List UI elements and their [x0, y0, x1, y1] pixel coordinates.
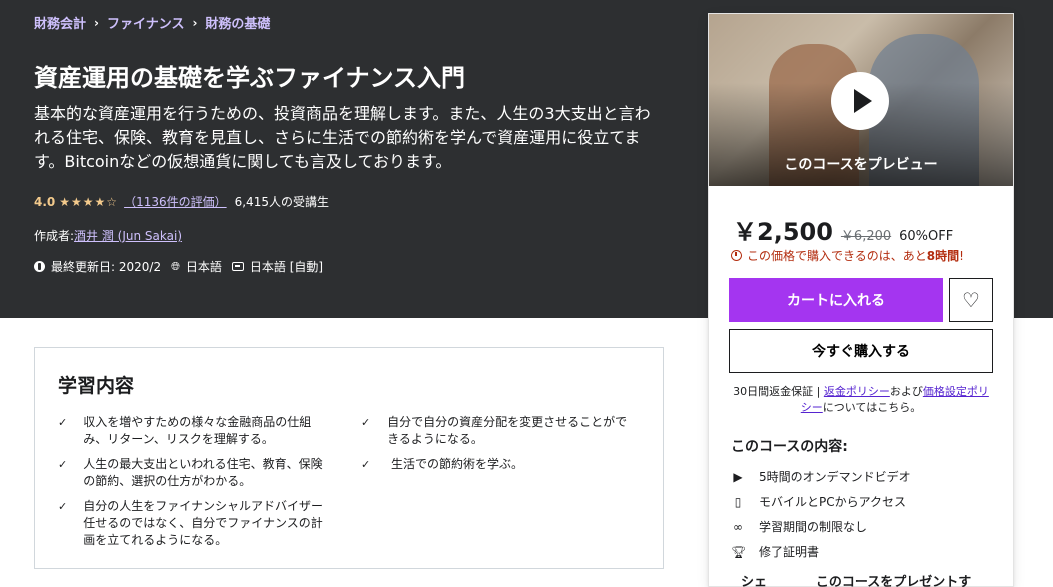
last-updated-text: 最終更新日: 2020/2: [51, 260, 162, 274]
timer-hours: 8時間: [926, 249, 960, 263]
video-icon: ▶: [733, 469, 743, 484]
learn-title: 学習内容: [58, 375, 135, 397]
learn-column-right: ✓ 自分で自分の資産分配を変更させることができるようになる。 ✓ 生活での節約術…: [361, 414, 631, 481]
breadcrumb-separator-icon: ›: [192, 15, 198, 30]
guarantee-prefix: 30日間返金保証 |: [733, 385, 824, 398]
breadcrumb-item-finance[interactable]: ファイナンス: [107, 13, 184, 32]
includes-item: ∞ 学習期間の制限なし: [731, 514, 911, 539]
course-preview[interactable]: このコースをプレビュー: [709, 14, 1013, 186]
wishlist-heart-button[interactable]: ♡: [949, 278, 993, 322]
discount-percent: 60%OFF: [899, 229, 954, 244]
learn-item: ✓ 収入を増やすための様々な金融商品の仕組み、リターン、リスクを理解する。: [58, 414, 328, 448]
check-icon: ✓: [58, 500, 68, 513]
learn-item: ✓ 生活での節約術を学ぶ。: [361, 456, 631, 473]
learn-item-text: 自分の人生をファイナンシャルアドバイザー任せるのではなく、自分でファイナンスの計…: [83, 499, 323, 547]
language-text: 日本語: [185, 260, 222, 274]
student-count: 6,415人の受講生: [234, 195, 329, 209]
learn-item-text: 人生の最大支出といわれる住宅、教育、保険の節約、選択の仕方がわかる。: [83, 457, 323, 488]
infinity-icon: ∞: [733, 519, 743, 534]
info-icon: [34, 261, 45, 272]
guarantee-suffix: についてはこちら。: [822, 401, 922, 414]
preview-label: このコースをプレビュー: [784, 157, 938, 173]
refund-policy-link[interactable]: 返金ポリシー: [824, 385, 890, 398]
author-row: 作成者: 酒井 潤 (Jun Sakai): [34, 227, 182, 244]
play-icon[interactable]: [831, 72, 889, 130]
author-label: 作成者:: [34, 229, 75, 243]
course-subtitle: 基本的な資産運用を行うための、投資商品を理解します。また、人生の3大支出と言われ…: [34, 104, 651, 171]
alarm-clock-icon: [731, 250, 742, 261]
includes-title: このコースの内容:: [731, 439, 848, 455]
buy-now-button[interactable]: 今すぐ購入する: [729, 329, 993, 373]
captions-text: 日本語 [自動]: [249, 260, 324, 274]
includes-item-text: 修了証明書: [759, 545, 820, 559]
captions: 日本語 [自動]: [231, 258, 324, 275]
add-to-cart-button[interactable]: カートに入れる: [729, 278, 943, 322]
author-link[interactable]: 酒井 潤 (Jun Sakai): [74, 227, 182, 244]
breadcrumb-separator-icon: ›: [94, 15, 99, 30]
course-title: 資産運用の基礎を学ぶファイナンス入門: [34, 64, 466, 92]
check-icon: ✓: [58, 458, 68, 471]
timer-end: !: [959, 248, 964, 263]
learn-item-text: 収入を増やすための様々な金融商品の仕組み、リターン、リスクを理解する。: [83, 415, 312, 446]
includes-item: ▯ モバイルとPCからアクセス: [731, 489, 911, 514]
breadcrumb-item-basics[interactable]: 財務の基礎: [205, 13, 270, 32]
globe-icon: 🌐︎: [171, 259, 180, 273]
learn-item: ✓ 自分の人生をファイナンシャルアドバイザー任せるのではなく、自分でファイナンス…: [58, 498, 328, 549]
price-row: ￥2,500 ￥6,200 60%OFF: [733, 212, 953, 247]
original-price: ￥6,200: [840, 229, 892, 244]
mobile-icon: ▯: [734, 494, 742, 509]
language: 🌐︎ 日本語: [171, 258, 222, 275]
share-link[interactable]: シェア: [741, 571, 778, 587]
includes-item: 🏆︎ 修了証明書: [731, 539, 911, 564]
includes-item-text: 5時間のオンデマンドビデオ: [759, 470, 911, 484]
learn-item: ✓ 自分で自分の資産分配を変更させることができるようになる。: [361, 414, 631, 448]
breadcrumb-item-accounting[interactable]: 財務会計: [34, 13, 86, 32]
learn-item: ✓ 人生の最大支出といわれる住宅、教育、保険の節約、選択の仕方がわかる。: [58, 456, 328, 490]
price-timer: この価格で購入できるのは、あと 8時間!: [731, 247, 964, 264]
guarantee-and: および: [889, 385, 923, 398]
sidebar-footer-links: シェア このコースをプレゼントする: [741, 571, 1013, 587]
breadcrumb: 財務会計 › ファイナンス › 財務の基礎: [34, 13, 270, 33]
check-icon: ✓: [361, 416, 371, 429]
money-back-guarantee: 30日間返金保証 | 返金ポリシーおよび価格設定ポリシーについてはこちら。: [729, 384, 993, 416]
purchase-sidebar: このコースをプレビュー ￥2,500 ￥6,200 60%OFF この価格で購入…: [708, 13, 1014, 587]
last-updated: 最終更新日: 2020/2: [34, 258, 161, 275]
check-icon: ✓: [58, 416, 68, 429]
what-you-will-learn: 学習内容 ✓ 収入を増やすための様々な金融商品の仕組み、リターン、リスクを理解す…: [34, 347, 664, 569]
gift-course-link[interactable]: このコースをプレゼントする: [816, 571, 975, 587]
learn-column-left: ✓ 収入を増やすための様々な金融商品の仕組み、リターン、リスクを理解する。 ✓ …: [58, 414, 328, 557]
closed-captions-icon: [231, 262, 244, 271]
includes-list: ▶ 5時間のオンデマンドビデオ ▯ モバイルとPCからアクセス ∞ 学習期間の制…: [731, 464, 911, 564]
current-price: ￥2,500: [733, 218, 833, 246]
rating-row: 4.0 ★★★★☆ （1136件の評価） 6,415人の受講生: [34, 193, 329, 210]
timer-text: この価格で購入できるのは、あと: [747, 249, 927, 263]
rating-count-link[interactable]: （1136件の評価）: [124, 193, 227, 210]
trophy-icon: 🏆︎: [731, 544, 747, 559]
includes-item-text: モバイルとPCからアクセス: [759, 495, 907, 509]
rating-value: 4.0: [34, 194, 56, 209]
learn-item-text: 生活での節約術を学ぶ。: [391, 457, 524, 471]
check-icon: ✓: [361, 458, 371, 471]
includes-item-text: 学習期間の制限なし: [759, 520, 868, 534]
heart-icon: ♡: [962, 289, 980, 312]
includes-item: ▶ 5時間のオンデマンドビデオ: [731, 464, 911, 489]
course-meta: 最終更新日: 2020/2 🌐︎ 日本語 日本語 [自動]: [34, 258, 333, 275]
learn-item-text: 自分で自分の資産分配を変更させることができるようになる。: [387, 415, 628, 446]
star-rating-icon: ★★★★☆: [59, 194, 119, 209]
